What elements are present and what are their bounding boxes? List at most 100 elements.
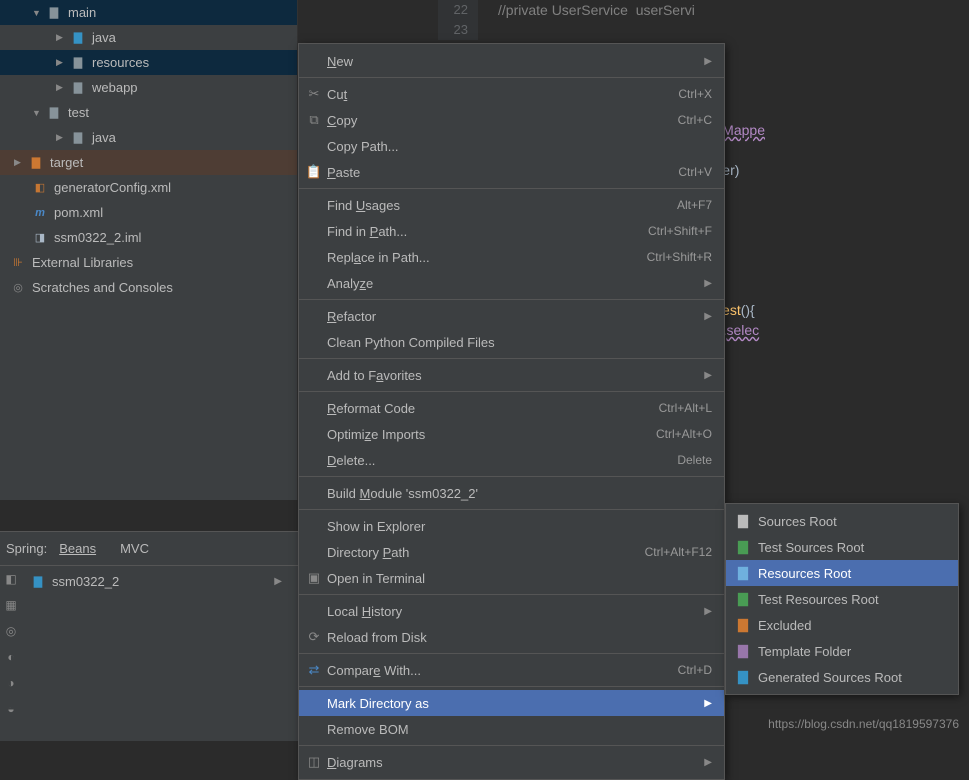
tree-item-test[interactable]: ▼▇test [0,100,297,125]
chevron-right-icon: ▶ [274,576,282,587]
folder-icon: ▇ [734,539,752,555]
tool-icon[interactable]: ◒ [0,696,22,722]
compare-icon: ⇄ [305,662,323,678]
chevron-right-icon: ▶ [56,32,66,43]
tab-mvc[interactable]: MVC [108,537,161,560]
menu-find-in-path[interactable]: Find in Path...Ctrl+Shift+F [299,218,724,244]
menu-shortcut: Delete [677,453,712,467]
tree-item-target[interactable]: ▶▇target [0,150,297,175]
submenu-test-sources-root[interactable]: ▇Test Sources Root [726,534,958,560]
menu-replace-in-path[interactable]: Replace in Path...Ctrl+Shift+R [299,244,724,270]
menu-shortcut: Ctrl+D [678,663,712,677]
mark-directory-submenu[interactable]: ▇Sources Root ▇Test Sources Root ▇Resour… [725,503,959,695]
chevron-right-icon: ▶ [56,82,66,93]
menu-shortcut: Ctrl+Shift+F [648,224,712,238]
menu-diagrams[interactable]: ◫Diagrams▶ [299,749,724,775]
menu-mark-directory-as[interactable]: Mark Directory as▶ [299,690,724,716]
menu-reformat[interactable]: Reformat CodeCtrl+Alt+L [299,395,724,421]
menu-build-module[interactable]: Build Module 'ssm0322_2' [299,480,724,506]
menu-delete[interactable]: Delete...Delete [299,447,724,473]
tree-item-external-libs[interactable]: ⊪External Libraries [0,250,297,275]
menu-analyze[interactable]: Analyze▶ [299,270,724,296]
tree-label: java [92,130,116,145]
folder-icon: ▇ [70,130,86,146]
tree-item-scratches[interactable]: ◎Scratches and Consoles [0,275,297,300]
menu-separator [299,358,724,359]
tree-item-pom[interactable]: mpom.xml [0,200,297,225]
menu-clean-pyc[interactable]: Clean Python Compiled Files [299,329,724,355]
chevron-right-icon: ▶ [56,57,66,68]
tool-icon[interactable]: ◐ [0,644,22,670]
submenu-arrow-icon: ▶ [704,698,712,709]
submenu-sources-root[interactable]: ▇Sources Root [726,508,958,534]
tab-beans[interactable]: Beans [47,537,108,560]
menu-separator [299,188,724,189]
menu-show-explorer[interactable]: Show in Explorer [299,513,724,539]
tree-item-main[interactable]: ▼ ▇ main [0,0,297,25]
tree-item-resources[interactable]: ▶▇resources [0,50,297,75]
submenu-label: Generated Sources Root [758,670,902,685]
code-text: (){ [741,302,755,318]
tool-icon[interactable]: ▦ [0,592,22,618]
menu-directory-path[interactable]: Directory PathCtrl+Alt+F12 [299,539,724,565]
menu-compare-with[interactable]: ⇄Compare With...Ctrl+D [299,657,724,683]
menu-separator [299,509,724,510]
submenu-resources-root[interactable]: ▇Resources Root [726,560,958,586]
submenu-arrow-icon: ▶ [704,606,712,617]
tree-label: target [50,155,83,170]
menu-add-favorites[interactable]: Add to Favorites▶ [299,362,724,388]
tree-item-generatorConfig[interactable]: ◧generatorConfig.xml [0,175,297,200]
tree-item-iml[interactable]: ◨ssm0322_2.iml [0,225,297,250]
maven-file-icon: m [32,205,48,221]
submenu-label: Resources Root [758,566,851,581]
submenu-excluded[interactable]: ▇Excluded [726,612,958,638]
chevron-right-icon: ▶ [14,157,24,168]
module-label: ssm0322_2 [52,574,119,589]
menu-reload-disk[interactable]: ⟳Reload from Disk [299,624,724,650]
tree-label: java [92,30,116,45]
menu-copy[interactable]: ⧉CopyCtrl+C [299,107,724,133]
menu-optimize-imports[interactable]: Optimize ImportsCtrl+Alt+O [299,421,724,447]
copy-icon: ⧉ [305,112,323,128]
folder-icon: ▇ [734,643,752,659]
folder-icon: ▇ [46,5,62,21]
menu-refactor[interactable]: Refactor▶ [299,303,724,329]
tool-icon[interactable]: ◎ [0,618,22,644]
folder-icon: ▇ [46,105,62,121]
chevron-right-icon: ▶ [56,132,66,143]
tree-label: Scratches and Consoles [32,280,173,295]
menu-local-history[interactable]: Local History▶ [299,598,724,624]
menu-new[interactable]: New▶ [299,48,724,74]
submenu-test-resources-root[interactable]: ▇Test Resources Root [726,586,958,612]
watermark: https://blog.csdn.net/qq1819597376 [768,717,959,731]
folder-icon: ▇ [734,513,752,529]
menu-copy-path[interactable]: Copy Path... [299,133,724,159]
submenu-label: Template Folder [758,644,851,659]
chevron-down-icon: ▼ [32,8,42,18]
submenu-arrow-icon: ▶ [704,56,712,67]
menu-find-usages[interactable]: Find UsagesAlt+F7 [299,192,724,218]
tree-item-java[interactable]: ▶▇java [0,25,297,50]
menu-shortcut: Ctrl+Shift+R [647,250,712,264]
submenu-label: Excluded [758,618,811,633]
paste-icon: 📋 [305,164,323,180]
submenu-generated-sources-root[interactable]: ▇Generated Sources Root [726,664,958,690]
tree-item-java2[interactable]: ▶ ▇ java [0,125,297,150]
project-tree[interactable]: ▼ ▇ main ▶ ▇ java ▶▇resources ▶▇webapp ▼▇tes… [0,0,298,500]
menu-open-terminal[interactable]: ▣Open in Terminal [299,565,724,591]
tree-label: main [68,5,96,20]
context-menu[interactable]: New▶ ✂CutCtrl+X ⧉CopyCtrl+C Copy Path...… [298,43,725,780]
tool-icon[interactable]: ◑ [0,670,22,696]
tree-label: External Libraries [32,255,133,270]
tool-icon[interactable]: ◧ [0,566,22,592]
menu-shortcut: Ctrl+Alt+L [659,401,712,415]
menu-remove-bom[interactable]: Remove BOM [299,716,724,742]
spring-module-row[interactable]: ▇ ssm0322_2 ▶ [0,566,298,596]
menu-shortcut: Ctrl+Alt+O [656,427,712,441]
menu-cut[interactable]: ✂CutCtrl+X [299,81,724,107]
submenu-template-folder[interactable]: ▇ Template Folder [726,638,958,664]
menu-shortcut: Ctrl+X [678,87,712,101]
menu-paste[interactable]: 📋PasteCtrl+V [299,159,724,185]
tree-item-webapp[interactable]: ▶▇webapp [0,75,297,100]
spring-iconbar: ◧ ▦ ◎ ◐ ◑ ◒ [0,566,22,741]
